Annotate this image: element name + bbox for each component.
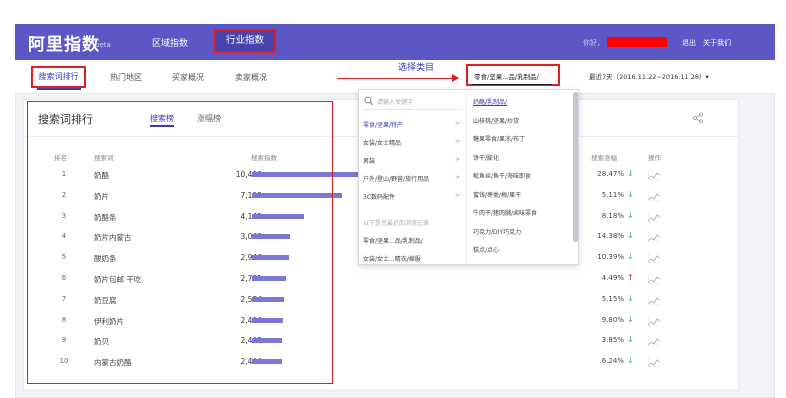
history-label: 以下是您最近的浏览记录 [363, 220, 430, 227]
row-change-value: 4.49% [601, 274, 624, 282]
share-icon[interactable] [692, 112, 704, 124]
row-change-value: 8.18% [601, 211, 624, 220]
arrow-down-icon: ↓ [627, 210, 634, 220]
dropdown-secondary-item[interactable]: 糕点/点心 [473, 245, 499, 254]
tab-hot-regions[interactable]: 热门地区 [110, 72, 142, 83]
search-icon [364, 96, 374, 106]
arrow-down-icon: ↓ [627, 356, 634, 366]
about-link[interactable]: 关于我们 [703, 38, 731, 48]
active-tab-underline [37, 88, 81, 90]
trend-chart-icon[interactable] [648, 170, 660, 180]
annotation-arrow-line [337, 78, 457, 79]
tab-search-ranking[interactable]: 搜索词排行 [31, 66, 86, 88]
arrow-up-icon: ↑ [627, 273, 634, 282]
category-dropdown: 请输入关键字 零食/坚果/特产 > 女装/女士精品 > 男装 > 户外/登山/野营/旅行用品… [358, 89, 579, 265]
trend-chart-icon[interactable] [648, 357, 660, 368]
arrow-down-icon: ↓ [627, 314, 634, 324]
dropdown-primary-item[interactable]: 零食/坚果/特产 [363, 120, 403, 129]
trend-chart-icon[interactable] [648, 190, 660, 201]
chevron-right-icon: > [455, 138, 461, 145]
row-change-value: 3.85% [601, 336, 624, 345]
arrow-down-icon: ↓ [627, 293, 634, 303]
nav-industry-index-label: 行业指数 [225, 35, 264, 46]
dropdown-primary-list: 请输入关键字 零食/坚果/特产 > 女装/女士精品 > 男装 > 户外/登山/野营/旅行用品… [359, 90, 467, 264]
logo-beta-tag: beta [95, 41, 111, 49]
trend-chart-icon[interactable] [648, 211, 660, 222]
trend-chart-icon[interactable] [648, 253, 660, 264]
row-change-value: 10.39% [597, 253, 624, 262]
row-change-value: 14.38% [597, 232, 624, 241]
arrow-down-icon: ↓ [627, 335, 634, 345]
dropdown-secondary-item[interactable]: 饼干/膨化 [473, 153, 499, 162]
dropdown-secondary-item[interactable]: 糖果零食/果冻/布丁 [473, 134, 525, 143]
history-item[interactable]: 女装/女士...精衣/棉服 [363, 254, 421, 263]
arrow-down-icon: ↓ [627, 189, 634, 199]
chevron-right-icon: > [455, 120, 461, 127]
row-change-value: 5.15% [601, 294, 624, 303]
dropdown-secondary-item[interactable]: 奶酪/乳制品/ [473, 97, 507, 106]
dropdown-primary-item[interactable]: 户外/登山/野营/旅行用品 [363, 174, 429, 183]
greeting-text: 你好， [583, 39, 604, 47]
nav-region-index[interactable]: 区域指数 [152, 36, 188, 49]
top-header: 阿里指数 beta 区域指数 行业指数 你好， 退出 关于我们 [15, 24, 775, 60]
trend-chart-icon[interactable] [648, 336, 660, 347]
row-change-value: 28.47% [597, 170, 624, 178]
col-header-action: 操作 [648, 154, 661, 162]
dropdown-secondary-item[interactable]: 山核桃/坚果/炒货 [473, 116, 519, 125]
tab-buyer-overview[interactable]: 买家概况 [172, 72, 204, 83]
row-change-value: 6.24% [601, 357, 624, 366]
trend-chart-icon[interactable] [648, 274, 660, 284]
dropdown-secondary-item[interactable]: 牛肉干/猪肉脯/卤味零食 [473, 208, 537, 217]
nav-industry-index[interactable]: 行业指数 [214, 29, 276, 53]
highlight-box [27, 101, 333, 384]
arrow-down-icon: ↓ [627, 231, 634, 241]
category-select-value: 零食/坚果...品/乳制品/ [474, 73, 539, 81]
dropdown-scrollbar[interactable] [573, 92, 578, 242]
redacted-username [607, 37, 667, 47]
row-change-value: 5.11% [601, 190, 624, 199]
logo[interactable]: 阿里指数 [28, 30, 100, 55]
date-range-select[interactable]: 最近7天（2016.11.22~2016.11.28）▾ [589, 71, 709, 81]
col-header-change: 搜索涨幅 [591, 154, 617, 162]
tab-search-ranking-label: 搜索词排行 [38, 72, 79, 81]
category-select-underline [472, 84, 552, 85]
trend-chart-icon[interactable] [648, 232, 660, 243]
chevron-right-icon: > [455, 156, 461, 163]
dropdown-primary-item[interactable]: 男装 [363, 156, 375, 165]
dropdown-primary-item[interactable]: 女装/女士精品 [363, 138, 401, 147]
category-select[interactable]: 零食/坚果...品/乳制品/ [466, 64, 560, 86]
dropdown-search-placeholder: 请输入关键字 [377, 99, 414, 106]
dropdown-primary-item[interactable]: 3C数码配件 [363, 192, 395, 201]
dropdown-secondary-item[interactable]: 蜜饯/枣类/梅/果干 [473, 190, 521, 199]
dropdown-search-input[interactable]: 请输入关键字 [363, 94, 463, 110]
tab-seller-overview[interactable]: 卖家概况 [235, 72, 267, 83]
trend-chart-icon[interactable] [648, 294, 660, 305]
dropdown-secondary-item[interactable]: 鱿鱼丝/鱼干/海味即食 [473, 171, 531, 180]
annotation-label: 选择类目 [398, 63, 435, 73]
top-margin [0, 0, 786, 24]
arrow-down-icon: ↓ [627, 252, 634, 262]
trend-chart-icon[interactable] [648, 315, 660, 326]
chevron-right-icon: > [455, 174, 461, 181]
annotation-arrow-head [452, 74, 459, 82]
logout-link[interactable]: 退出 [682, 38, 696, 48]
row-change-value: 9.80% [601, 315, 624, 324]
chevron-right-icon: > [455, 192, 461, 199]
page: 阿里指数 beta 区域指数 行业指数 你好， 退出 关于我们 搜索词排行 热门… [0, 0, 786, 398]
arrow-down-icon: ↓ [627, 169, 634, 178]
dropdown-secondary-item[interactable]: 巧克力/DIY巧克力 [473, 227, 521, 236]
history-item[interactable]: 零食/坚果...品/乳制品/ [363, 236, 423, 245]
